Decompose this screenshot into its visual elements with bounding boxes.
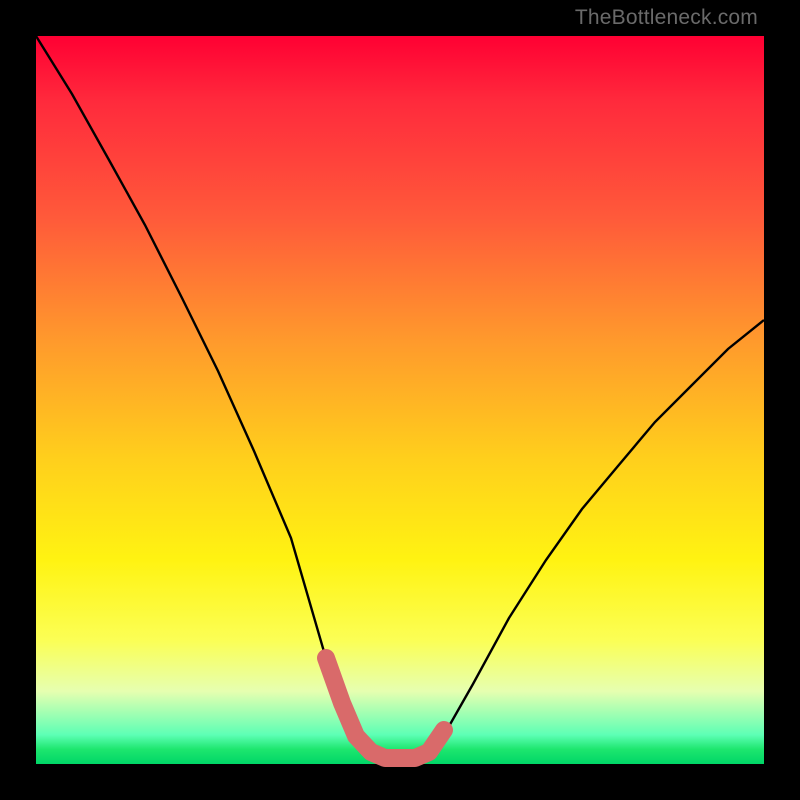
chart-frame: TheBottleneck.com	[0, 0, 800, 800]
curves-layer	[36, 36, 764, 764]
ideal-range-overlay	[326, 658, 444, 758]
watermark-text: TheBottleneck.com	[575, 6, 758, 30]
plot-area	[36, 36, 764, 764]
bottleneck-curve	[36, 36, 764, 764]
